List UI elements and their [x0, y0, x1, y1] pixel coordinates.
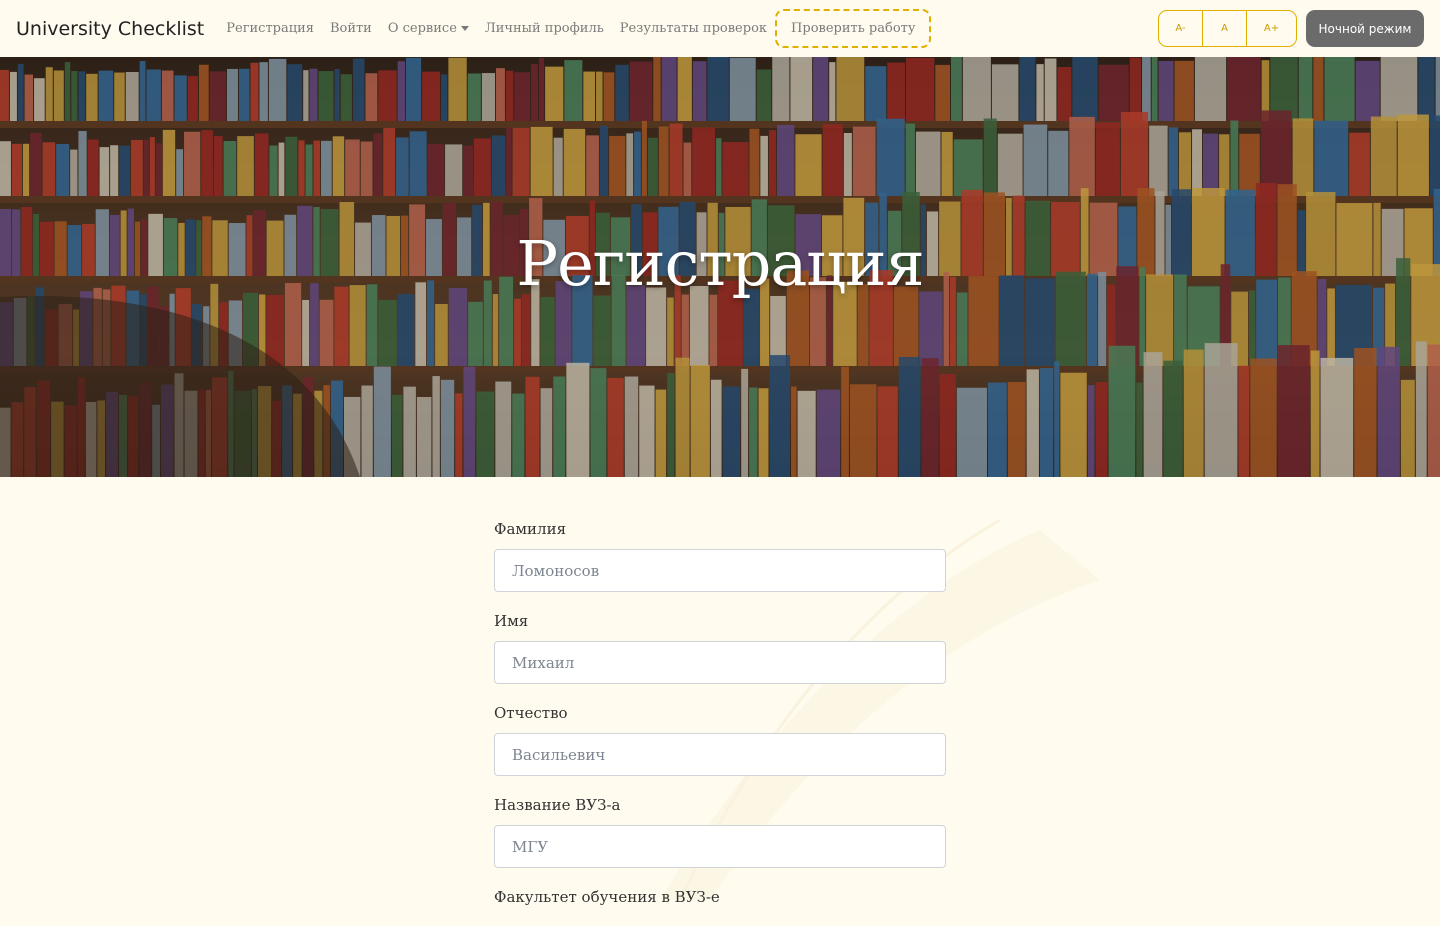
font-reset-button[interactable]: A	[1203, 11, 1247, 46]
nav-about-label: О сервисе	[387, 21, 457, 36]
check-work-button[interactable]: Проверить работу	[775, 9, 932, 48]
field-faculty: Факультет обучения в ВУЗ-е	[494, 886, 946, 908]
brand-logo[interactable]: University Checklist	[16, 18, 204, 40]
right-tools: A- A A+ Ночной режим	[1158, 10, 1424, 47]
top-navbar: University Checklist Регистрация Войти О…	[0, 0, 1440, 57]
field-lastname: Фамилия	[494, 518, 946, 592]
font-size-group: A- A A+	[1158, 10, 1297, 47]
registration-form: Фамилия Имя Отчество Название ВУЗ-а Факу…	[494, 510, 946, 926]
faculty-label: Факультет обучения в ВУЗ-е	[494, 888, 720, 906]
nav-about-dropdown[interactable]: О сервисе	[388, 21, 469, 36]
patronymic-input[interactable]	[494, 733, 946, 776]
font-increase-button[interactable]: A+	[1247, 11, 1296, 46]
patronymic-label: Отчество	[494, 704, 568, 722]
page-title: Регистрация	[516, 227, 924, 300]
nav-login[interactable]: Войти	[330, 21, 372, 36]
lastname-input[interactable]	[494, 549, 946, 592]
field-patronymic: Отчество	[494, 702, 946, 776]
chevron-down-icon	[460, 26, 469, 31]
lastname-label: Фамилия	[494, 520, 567, 538]
field-firstname: Имя	[494, 610, 946, 684]
night-mode-button[interactable]: Ночной режим	[1306, 10, 1424, 47]
firstname-label: Имя	[494, 612, 529, 630]
field-university: Название ВУЗ-а	[494, 794, 946, 868]
university-label: Название ВУЗ-а	[494, 796, 621, 814]
university-input[interactable]	[494, 825, 946, 868]
nav-profile[interactable]: Личный профиль	[485, 21, 604, 36]
nav-results[interactable]: Результаты проверок	[620, 21, 767, 36]
firstname-input[interactable]	[494, 641, 946, 684]
hero-banner: Регистрация	[0, 57, 1440, 477]
nav-register[interactable]: Регистрация	[226, 21, 314, 36]
font-decrease-button[interactable]: A-	[1159, 11, 1203, 46]
